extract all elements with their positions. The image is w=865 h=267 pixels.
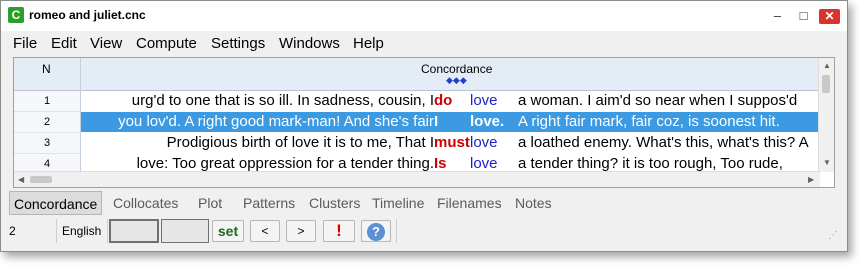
right-context: a woman. I aim'd so near when I suppos'd: [518, 92, 798, 109]
menu-edit[interactable]: Edit: [51, 35, 77, 52]
scroll-left-icon[interactable]: ◀: [18, 175, 24, 184]
close-button[interactable]: ✕: [819, 9, 840, 24]
app-window: C romeo and juliet.cnc – □ ✕ File Edit V…: [0, 0, 848, 252]
menu-compute[interactable]: Compute: [136, 35, 197, 52]
menu-file[interactable]: File: [13, 35, 37, 52]
tab-concordance[interactable]: Concordance: [9, 191, 103, 215]
scroll-right-icon[interactable]: ▶: [808, 175, 814, 184]
help-icon: ?: [367, 223, 385, 241]
horizontal-scroll-thumb[interactable]: [30, 176, 52, 183]
column-header-n[interactable]: N: [14, 58, 81, 91]
language-panel: English: [58, 219, 108, 243]
count-panel: 2: [5, 219, 57, 243]
status-message-panel: ⋰: [396, 219, 842, 243]
column-header-concordance[interactable]: Concordance ◆◆◆: [81, 58, 820, 91]
tab-patterns[interactable]: Patterns: [239, 191, 299, 215]
row-number: 2: [14, 112, 81, 133]
right-context: A right fair mark, fair coz, is soonest …: [518, 113, 780, 130]
left-context: you lov'd. A right good mark-man! And sh…: [118, 113, 434, 130]
row-number: 3: [14, 133, 81, 154]
sort-arrows-icon[interactable]: ◆◆◆: [446, 75, 467, 86]
previous-button[interactable]: <: [250, 220, 280, 242]
alert-button[interactable]: !: [323, 220, 355, 242]
menu-help[interactable]: Help: [353, 35, 384, 52]
tab-timeline[interactable]: Timeline: [368, 191, 428, 215]
column-header-concordance-label: Concordance: [421, 62, 493, 76]
menu-view[interactable]: View: [90, 35, 122, 52]
title-bar: C romeo and juliet.cnc – □ ✕: [1, 1, 847, 31]
concordance-line: Prodigious birth of love it is to me, Th…: [81, 133, 820, 153]
table-row[interactable]: 1 urg'd to one that is so ill. In sadnes…: [14, 91, 820, 112]
window-title: romeo and juliet.cnc: [29, 8, 146, 22]
next-button[interactable]: >: [286, 220, 316, 242]
language-label: English: [62, 224, 102, 238]
status-field-1[interactable]: [109, 219, 159, 243]
vertical-scrollbar[interactable]: ▲ ▼: [818, 58, 834, 172]
horizontal-scrollbar[interactable]: ◀ ▶: [14, 171, 820, 187]
menu-bar: File Edit View Compute Settings Windows …: [1, 33, 847, 55]
concordance-grid: N Concordance ◆◆◆ 1 urg'd to one that is…: [13, 57, 835, 188]
table-row-selected[interactable]: 2 you lov'd. A right good mark-man! And …: [14, 112, 820, 133]
tab-clusters[interactable]: Clusters: [305, 191, 364, 215]
minimize-button[interactable]: –: [767, 9, 788, 24]
menu-windows[interactable]: Windows: [279, 35, 340, 52]
set-button[interactable]: set: [212, 220, 244, 242]
concordance-line: you lov'd. A right good mark-man! And sh…: [81, 112, 820, 132]
status-bar: 2 English set < > ! ? ⋰: [1, 217, 847, 245]
left-context: urg'd to one that is so ill. In sadness,…: [131, 92, 434, 109]
status-field-2[interactable]: [161, 219, 209, 243]
preceding-word: I: [434, 113, 439, 130]
tab-plot[interactable]: Plot: [194, 191, 226, 215]
table-row[interactable]: 3 Prodigious birth of love it is to me, …: [14, 133, 820, 154]
tab-collocates[interactable]: Collocates: [109, 191, 182, 215]
search-word: love.: [470, 113, 505, 130]
app-logo-icon: C: [8, 7, 24, 23]
column-header-n-label: N: [42, 62, 51, 76]
row-count: 2: [9, 224, 16, 238]
preceding-word: do: [434, 92, 453, 109]
resize-grip-icon[interactable]: ⋰: [828, 230, 838, 241]
tab-filenames[interactable]: Filenames: [433, 191, 506, 215]
concordance-line: urg'd to one that is so ill. In sadness,…: [81, 91, 820, 111]
scroll-down-icon[interactable]: ▼: [823, 158, 831, 167]
maximize-button[interactable]: □: [793, 9, 814, 24]
row-number: 1: [14, 91, 81, 112]
menu-settings[interactable]: Settings: [211, 35, 265, 52]
preceding-word: must: [434, 134, 470, 151]
view-tabs: Concordance Collocates Plot Patterns Clu…: [9, 191, 839, 215]
right-context: a loathed enemy. What's this, what's thi…: [518, 134, 809, 151]
help-button[interactable]: ?: [361, 220, 391, 242]
tab-notes[interactable]: Notes: [511, 191, 556, 215]
search-word: love: [470, 92, 498, 109]
search-word: love: [470, 134, 498, 151]
left-context: Prodigious birth of love it is to me, Th…: [166, 134, 434, 151]
scroll-up-icon[interactable]: ▲: [823, 61, 831, 70]
vertical-scroll-thumb[interactable]: [822, 75, 830, 93]
